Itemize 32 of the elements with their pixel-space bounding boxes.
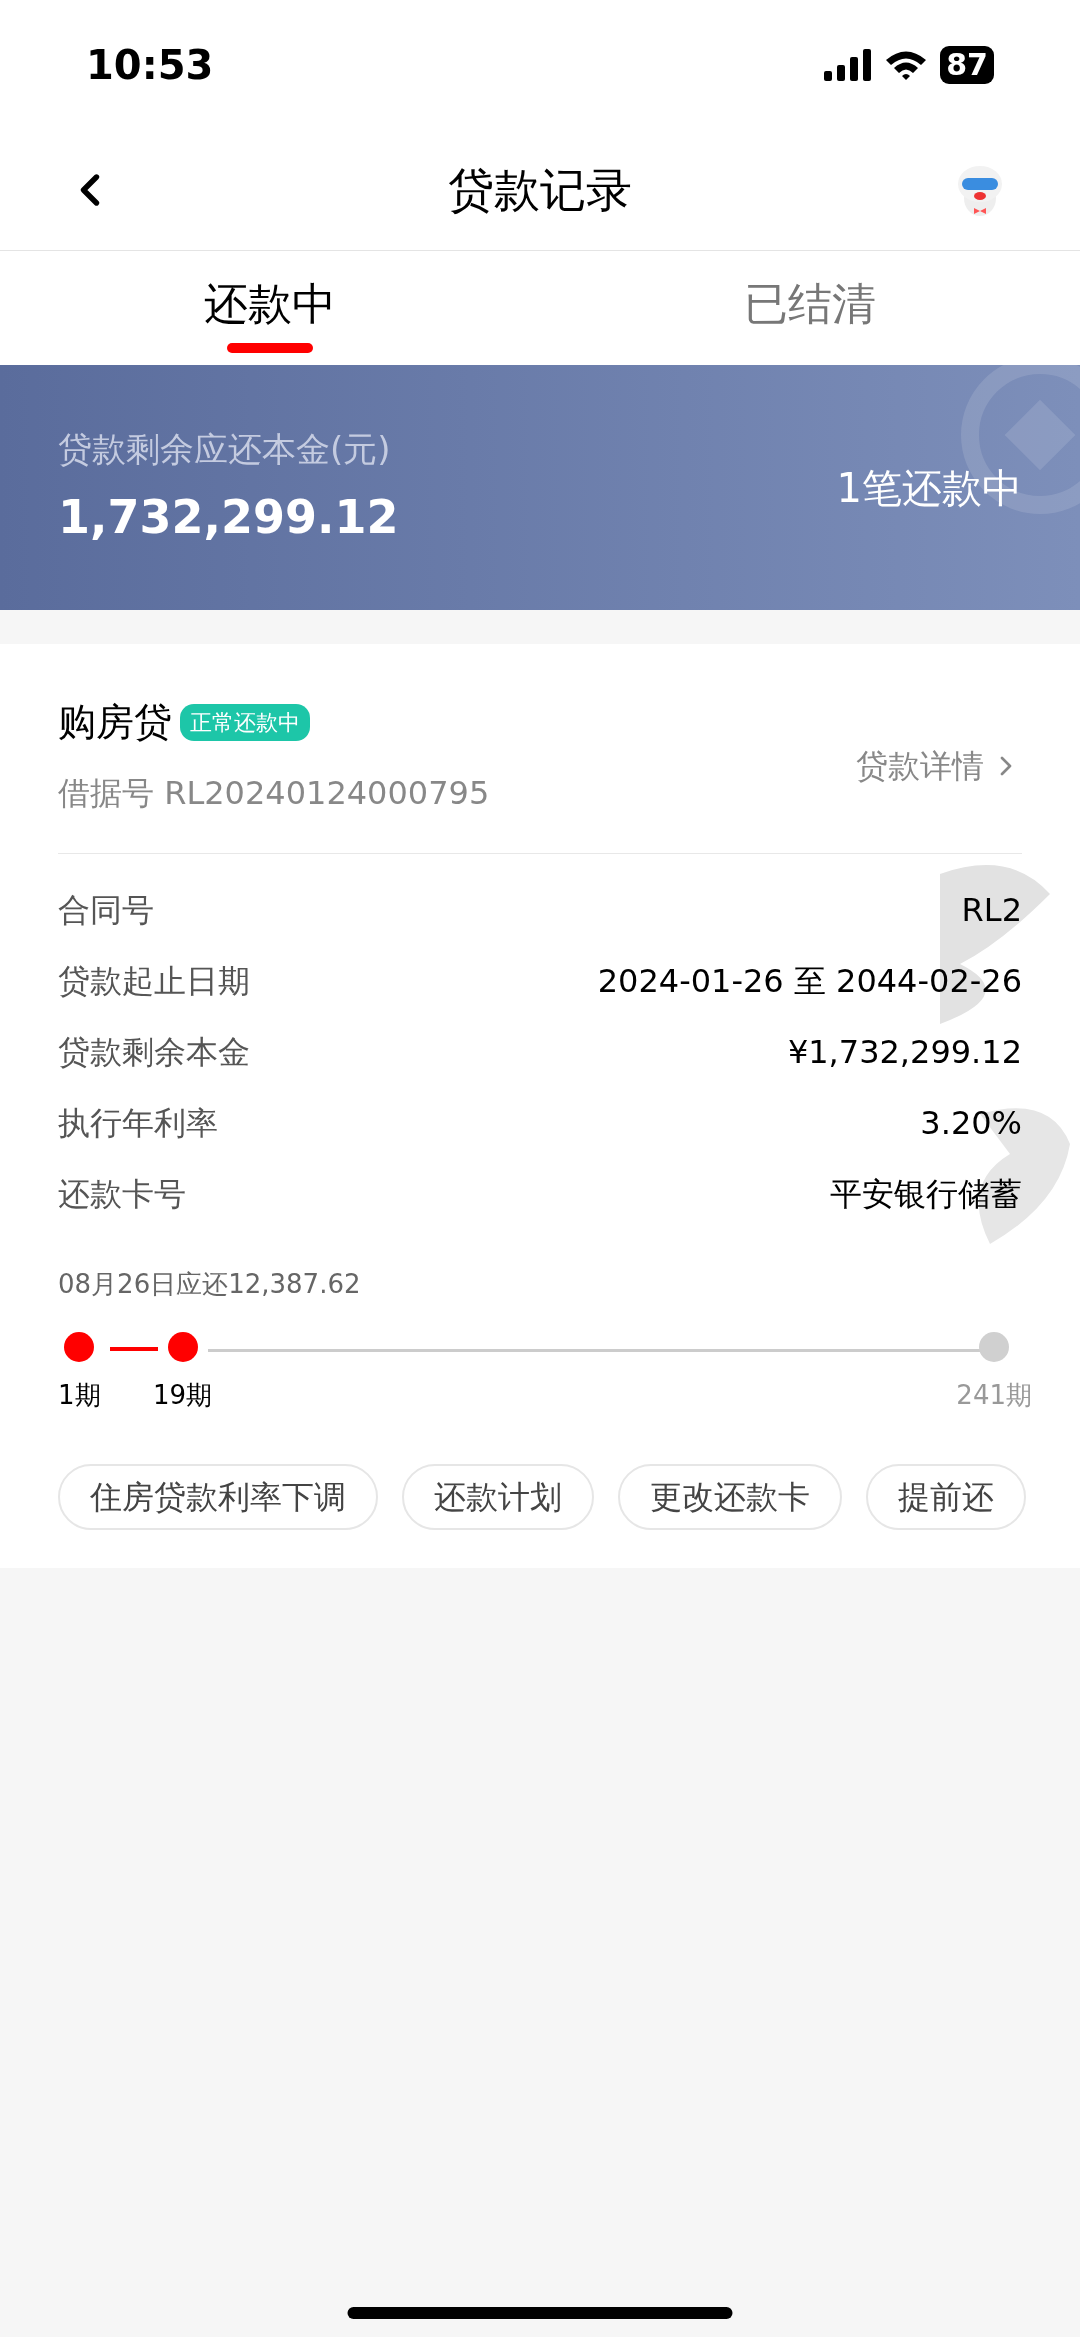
summary-amount: 1,732,299.12 <box>58 488 399 546</box>
summary-label: 贷款剩余应还本金(元) <box>58 427 392 471</box>
field-label: 合同号 <box>58 889 154 931</box>
field-label: 执行年利率 <box>58 1102 218 1144</box>
loan-detail-link[interactable]: 贷款详情 <box>856 742 1022 790</box>
action-chip[interactable]: 更改还款卡 <box>618 1464 842 1530</box>
period-label: 1期 <box>58 1379 101 1412</box>
due-amount-text: 08月26日应还12,387.62 <box>58 1268 362 1301</box>
action-chip[interactable]: 还款计划 <box>402 1464 594 1530</box>
action-chip[interactable]: 提前还 <box>866 1464 1026 1530</box>
field-value: 平安银行储蓄 <box>830 1173 1022 1215</box>
status-tag: 正常还款中 <box>180 704 310 741</box>
period-label: 19期 <box>153 1379 213 1412</box>
receipt-number: 借据号 RL20240124000795 <box>58 773 490 814</box>
page-title: 贷款记录 <box>448 161 632 219</box>
battery-indicator: 87 <box>940 46 994 84</box>
field-value: 2024-01-26 至 2044-02-26 <box>597 960 1022 1002</box>
field-label: 还款卡号 <box>58 1173 186 1215</box>
loan-name: 购房贷 <box>58 699 172 746</box>
action-chip[interactable]: 住房贷款利率下调 <box>58 1464 378 1530</box>
field-value: ¥1,732,299.12 <box>787 1031 1022 1073</box>
field-label: 贷款起止日期 <box>58 960 250 1002</box>
signal-icon <box>824 49 873 81</box>
field-label: 贷款剩余本金 <box>58 1031 250 1073</box>
field-value: 3.20% <box>920 1102 1022 1144</box>
field-value: RL2 <box>961 889 1022 931</box>
tab[interactable]: 还款中 <box>0 251 540 365</box>
period-label: 241期 <box>956 1379 1032 1412</box>
tab[interactable]: 已结清 <box>540 251 1080 365</box>
loan-count: 1笔还款中 <box>836 463 1022 513</box>
status-time: 10:53 <box>86 41 214 90</box>
wifi-icon <box>884 49 929 81</box>
